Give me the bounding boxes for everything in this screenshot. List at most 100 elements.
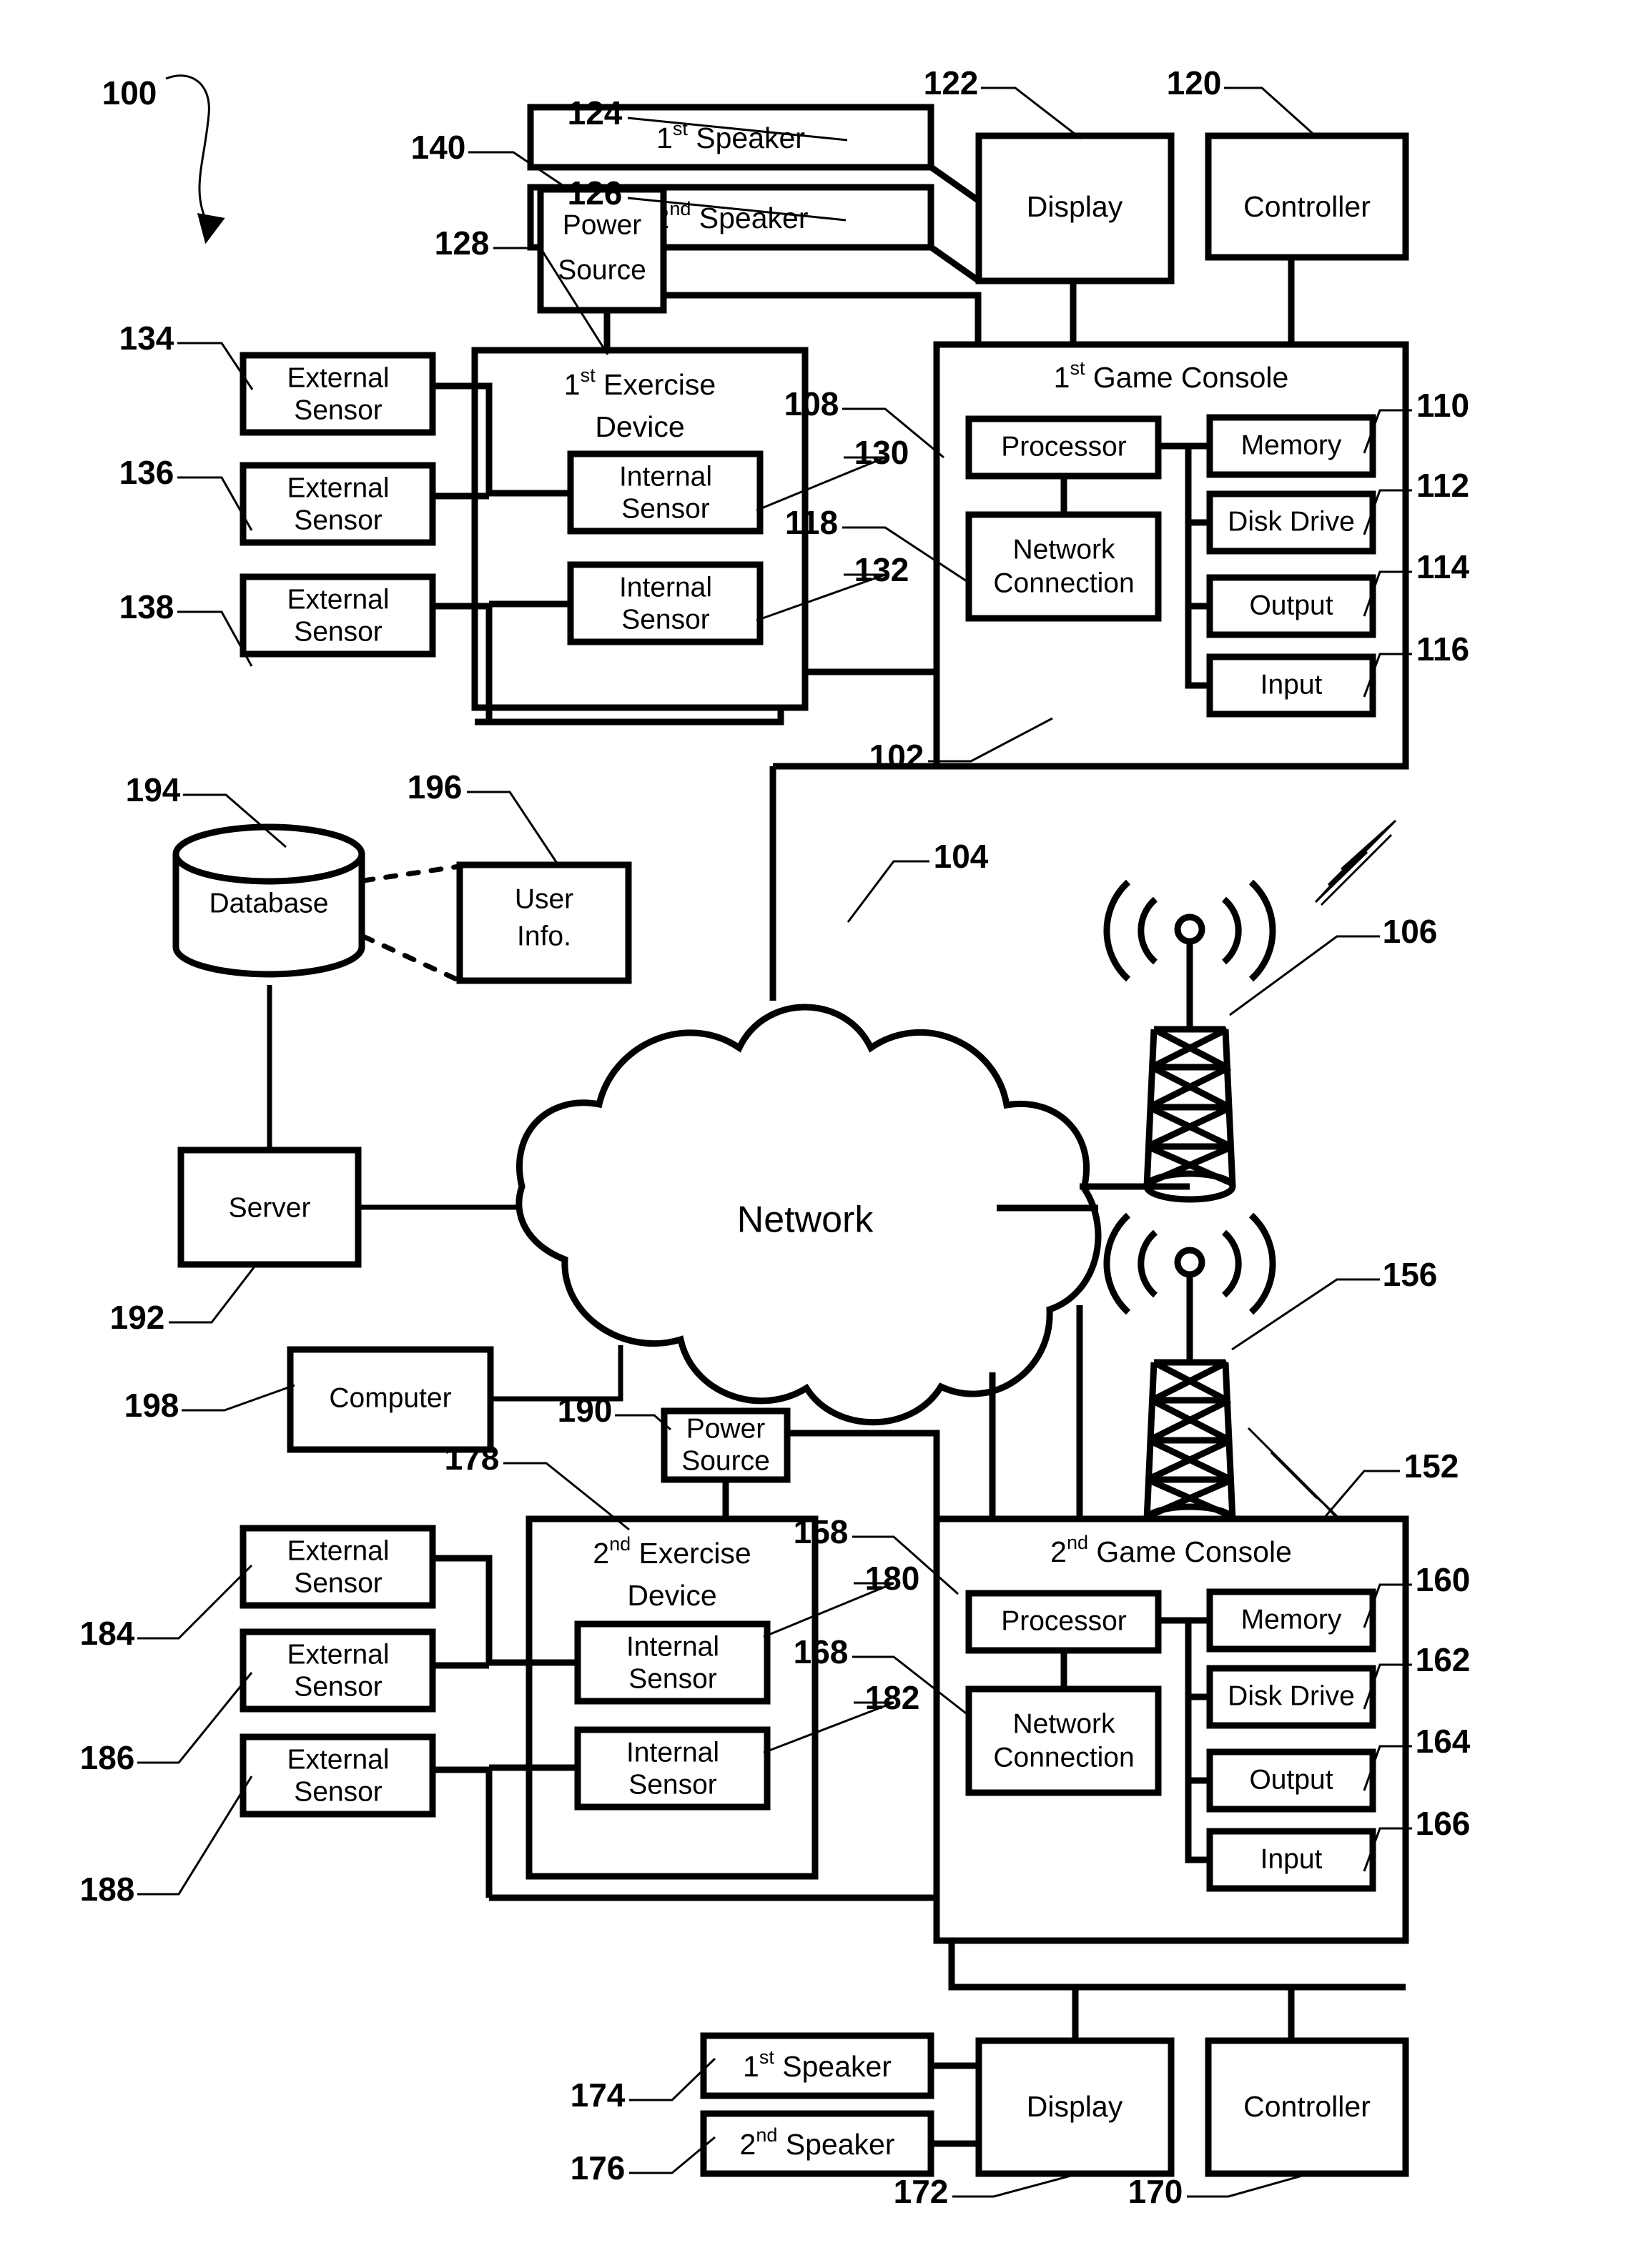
svg-text:Database: Database — [209, 888, 329, 918]
svg-text:Power: Power — [563, 209, 642, 240]
ref-132: 132 — [854, 551, 909, 588]
input-1[interactable]: Input — [1206, 653, 1376, 718]
database-cylinder[interactable]: Database — [172, 823, 365, 978]
memory-1[interactable]: Memory — [1206, 414, 1376, 478]
ref-110: 110 — [1416, 387, 1469, 424]
ref-104: 104 — [934, 838, 989, 875]
svg-text:Input: Input — [1260, 669, 1323, 700]
ref-120: 120 — [1167, 64, 1222, 101]
ref-164: 164 — [1416, 1723, 1471, 1760]
memory-2[interactable]: Memory — [1206, 1588, 1376, 1653]
svg-text:Internal: Internal — [626, 1631, 719, 1662]
svg-text:Source: Source — [681, 1445, 770, 1476]
ref-140: 140 — [411, 129, 466, 166]
user-info[interactable]: User Info. — [456, 861, 632, 984]
ref-184: 184 — [80, 1615, 135, 1652]
disk-drive-1[interactable]: Disk Drive — [1206, 490, 1376, 555]
output-2[interactable]: Output — [1206, 1748, 1376, 1813]
internal-sensor-182[interactable]: Internal Sensor — [574, 1726, 771, 1811]
controller-top[interactable]: Controller — [1205, 132, 1409, 261]
leader-170 — [1187, 2173, 1308, 2198]
external-sensor-188[interactable]: External Sensor — [240, 1733, 436, 1818]
external-sensor-136[interactable]: External Sensor — [240, 462, 436, 546]
svg-text:Internal: Internal — [626, 1737, 719, 1768]
svg-text:Display: Display — [1027, 190, 1123, 223]
network-connection-2[interactable]: Network Connection — [965, 1685, 1162, 1796]
leader-172 — [952, 2173, 1077, 2198]
display-bottom[interactable]: Display — [975, 2037, 1175, 2177]
svg-text:Sensor: Sensor — [294, 1568, 383, 1598]
speaker-2-bottom[interactable]: 2nd Speaker — [700, 2110, 934, 2177]
svg-text:Network: Network — [1012, 534, 1115, 565]
ref-102: 102 — [869, 738, 924, 775]
ref-152: 152 — [1404, 1447, 1459, 1485]
svg-text:Device: Device — [595, 410, 684, 443]
svg-text:External: External — [287, 1639, 389, 1670]
ref-186: 186 — [80, 1739, 135, 1776]
svg-text:External: External — [287, 1535, 389, 1566]
ref-178: 178 — [445, 1440, 500, 1477]
svg-text:Output: Output — [1249, 1764, 1333, 1795]
svg-text:Power: Power — [686, 1413, 766, 1444]
svg-text:1st Game Console: 1st Game Console — [1054, 357, 1289, 394]
patent-figure: 100 1st Speaker 2nd Speaker — [0, 0, 1643, 2268]
ref-176: 176 — [571, 2149, 626, 2187]
external-sensor-184[interactable]: External Sensor — [240, 1525, 436, 1609]
network-connection-1[interactable]: Network Connection — [965, 511, 1162, 622]
internal-sensor-130[interactable]: Internal Sensor — [567, 450, 764, 535]
svg-text:Sensor: Sensor — [294, 616, 383, 647]
speaker-1-bottom[interactable]: 1st Speaker — [700, 2032, 934, 2099]
ref-172: 172 — [894, 2173, 949, 2210]
external-sensor-138[interactable]: External Sensor — [240, 573, 436, 658]
cell-tower-156 — [1103, 1212, 1276, 1536]
processor-1[interactable]: Processor — [965, 415, 1162, 480]
svg-text:Internal: Internal — [619, 572, 712, 603]
processor-2[interactable]: Processor — [965, 1590, 1162, 1654]
network-cloud[interactable]: Network — [515, 1004, 1102, 1426]
arrow-head-icon — [197, 213, 225, 244]
svg-text:Source: Source — [558, 254, 646, 285]
svg-text:Controller: Controller — [1243, 190, 1371, 223]
ref-138: 138 — [119, 588, 174, 625]
controller-bottom[interactable]: Controller — [1205, 2037, 1409, 2177]
svg-text:Output: Output — [1249, 590, 1333, 620]
figure-ref-arrow — [165, 74, 225, 244]
leader-184 — [137, 1564, 253, 1640]
ref-112: 112 — [1416, 467, 1469, 504]
internal-sensor-180[interactable]: Internal Sensor — [574, 1620, 771, 1705]
ref-180: 180 — [865, 1560, 920, 1597]
ref-196: 196 — [408, 768, 463, 806]
lightning-bolt-top — [1314, 819, 1397, 906]
power-source-bottom[interactable]: Power Source — [661, 1407, 791, 1483]
disk-drive-2[interactable]: Disk Drive — [1206, 1665, 1376, 1729]
svg-text:Connection: Connection — [993, 568, 1134, 598]
svg-text:Sensor: Sensor — [628, 1769, 717, 1800]
display-top[interactable]: Display — [975, 132, 1175, 284]
server[interactable]: Server — [177, 1147, 362, 1268]
svg-text:Controller: Controller — [1243, 2090, 1371, 2123]
ref-174: 174 — [571, 2076, 626, 2114]
external-sensor-186[interactable]: External Sensor — [240, 1628, 436, 1713]
output-1[interactable]: Output — [1206, 574, 1376, 638]
leader-192 — [169, 1266, 256, 1324]
svg-text:External: External — [287, 1744, 389, 1775]
external-sensor-134[interactable]: External Sensor — [240, 352, 436, 436]
leader-104 — [847, 860, 929, 923]
internal-sensor-132[interactable]: Internal Sensor — [567, 561, 764, 645]
ref-188: 188 — [80, 1871, 135, 1908]
svg-text:Info.: Info. — [517, 921, 571, 951]
svg-text:Disk Drive: Disk Drive — [1228, 506, 1355, 537]
svg-text:Connection: Connection — [993, 1742, 1134, 1773]
svg-text:Sensor: Sensor — [294, 1776, 383, 1807]
svg-text:Input: Input — [1260, 1843, 1323, 1874]
ref-118: 118 — [785, 504, 838, 541]
ref-168: 168 — [794, 1633, 849, 1670]
svg-text:Disk Drive: Disk Drive — [1228, 1680, 1355, 1711]
svg-text:External: External — [287, 472, 389, 503]
leader-186 — [137, 1672, 253, 1764]
computer[interactable]: Computer — [287, 1346, 494, 1453]
leader-156 — [1231, 1278, 1380, 1351]
svg-text:Sensor: Sensor — [621, 493, 710, 524]
input-2[interactable]: Input — [1206, 1828, 1376, 1892]
svg-text:Sensor: Sensor — [294, 505, 383, 535]
